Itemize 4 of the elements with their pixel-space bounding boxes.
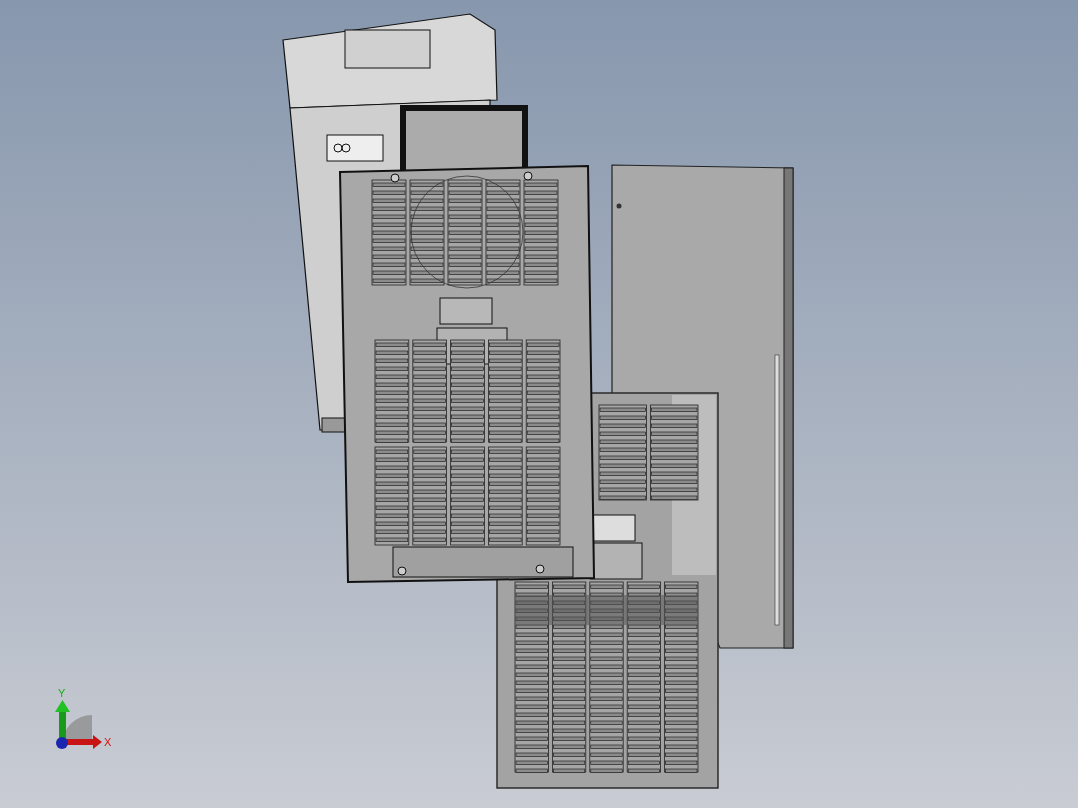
cad-viewport[interactable]: X Y: [0, 0, 1078, 808]
axis-triad-icon: [55, 700, 102, 749]
y-axis-label: Y: [58, 687, 66, 699]
x-axis-label: X: [104, 736, 112, 748]
